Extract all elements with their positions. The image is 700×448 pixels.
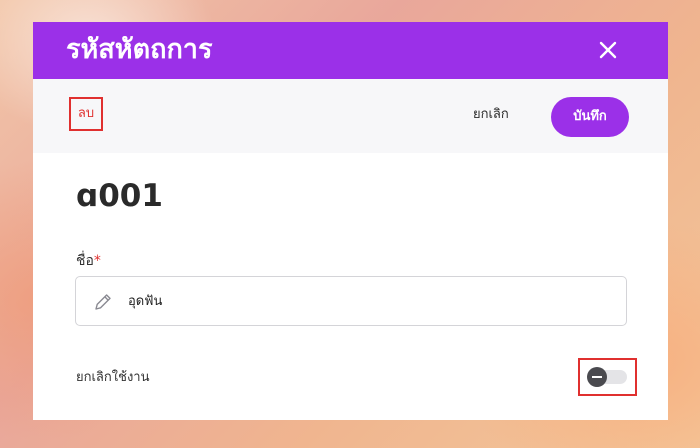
- pencil-icon: [92, 291, 114, 313]
- dialog-title: รหัสหัตถการ: [66, 34, 213, 65]
- procedure-code-dialog: รหัสหัตถการ ลบ ยกเลิก บันทึก ɑ001 ชื่อ* …: [33, 22, 668, 420]
- name-label-text: ชื่อ: [76, 253, 94, 269]
- record-code-heading: ɑ001: [76, 178, 163, 214]
- dialog-header: รหัสหัตถการ: [33, 22, 668, 79]
- toggle-knob: [587, 367, 607, 387]
- name-input[interactable]: อุดฟัน: [75, 276, 627, 326]
- required-asterisk: *: [93, 253, 101, 269]
- delete-button[interactable]: ลบ: [69, 97, 103, 131]
- minus-icon: [592, 376, 602, 378]
- name-field-label: ชื่อ*: [76, 251, 101, 271]
- disable-toggle-label: ยกเลิกใช้งาน: [76, 370, 150, 385]
- dialog-toolbar: ลบ ยกเลิก บันทึก: [33, 79, 668, 153]
- cancel-button[interactable]: ยกเลิก: [473, 103, 509, 127]
- disable-toggle[interactable]: [587, 367, 627, 387]
- close-icon[interactable]: [597, 39, 619, 61]
- save-button[interactable]: บันทึก: [551, 97, 629, 137]
- name-input-value: อุดฟัน: [128, 294, 163, 309]
